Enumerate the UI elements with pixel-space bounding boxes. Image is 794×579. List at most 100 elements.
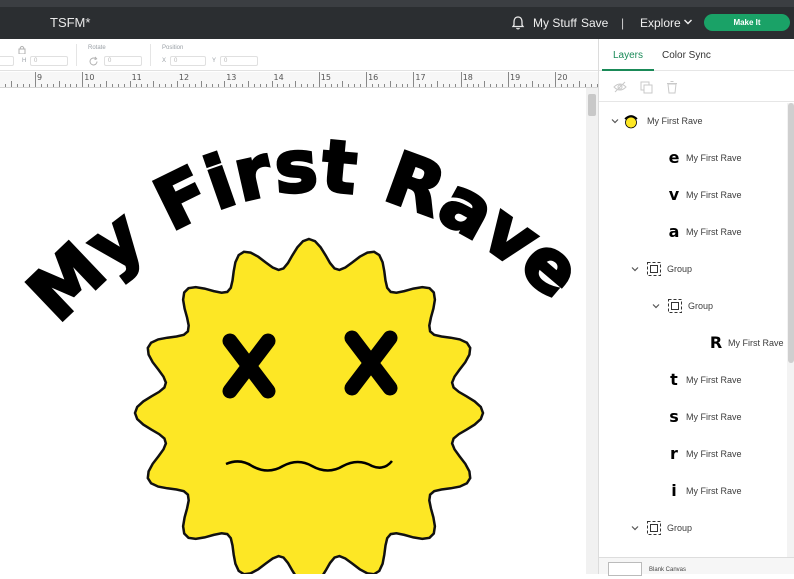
ruler-tick bbox=[537, 84, 539, 87]
layer-row[interactable]: a My First Rave bbox=[599, 214, 787, 251]
x-position-field[interactable]: 0 bbox=[170, 56, 206, 66]
ruler-tick bbox=[265, 84, 267, 87]
panel-scrollbar-thumb[interactable] bbox=[788, 103, 794, 363]
ruler-tick bbox=[159, 84, 161, 87]
layer-row[interactable]: My First Rave bbox=[599, 103, 787, 140]
ruler-tick bbox=[5, 84, 7, 87]
ruler-tick bbox=[64, 84, 66, 87]
ruler-tick bbox=[330, 84, 332, 87]
layer-row[interactable]: i My First Rave bbox=[599, 473, 787, 510]
rotate-field[interactable]: 0 bbox=[104, 56, 142, 66]
tab-color-sync[interactable]: Color Sync bbox=[662, 50, 711, 61]
edit-toolbar: H 0 Rotate 0 Position X 0 Y 0 bbox=[0, 39, 598, 71]
chevron-down-icon[interactable] bbox=[651, 301, 661, 311]
duplicate-icon[interactable] bbox=[639, 80, 653, 94]
layer-name: My First Rave bbox=[728, 338, 784, 348]
ruler-number: 10 bbox=[84, 73, 95, 82]
ruler-tick bbox=[460, 72, 462, 87]
sun-shape bbox=[133, 237, 485, 579]
ruler-tick bbox=[123, 84, 125, 87]
layer-row[interactable]: s My First Rave bbox=[599, 399, 787, 436]
ruler-tick bbox=[555, 72, 557, 87]
ruler-tick bbox=[425, 84, 427, 87]
ruler-number: 14 bbox=[273, 73, 284, 82]
layer-row[interactable]: v My First Rave bbox=[599, 177, 787, 214]
design-canvas[interactable]: My First Rave bbox=[0, 88, 598, 579]
project-title[interactable]: TSFM* bbox=[50, 15, 90, 30]
ruler-number: 19 bbox=[510, 73, 521, 82]
ruler-tick bbox=[377, 84, 379, 87]
scrollbar-thumb[interactable] bbox=[588, 94, 596, 116]
ruler-tick bbox=[40, 84, 42, 87]
layer-row[interactable]: r My First Rave bbox=[599, 436, 787, 473]
height-field[interactable]: 0 bbox=[30, 56, 68, 66]
ruler-tick bbox=[336, 84, 338, 87]
lock-icon[interactable] bbox=[18, 45, 26, 54]
layers-list: My First Rave e My First Rave v My First Rav… bbox=[599, 103, 787, 557]
ruler-number: 13 bbox=[226, 73, 237, 82]
horizontal-ruler: 9 10 11 12 13 14 15 16 17 18 19 20 bbox=[0, 72, 604, 88]
make-it-button[interactable]: Make It bbox=[704, 14, 790, 31]
x-label: X bbox=[162, 58, 167, 64]
ruler-tick bbox=[490, 84, 492, 87]
ruler-tick bbox=[283, 84, 285, 87]
blank-canvas-row[interactable]: Blank Canvas bbox=[599, 557, 794, 576]
layer-row[interactable]: Group bbox=[599, 510, 787, 547]
ruler-tick bbox=[448, 84, 450, 87]
layer-row[interactable]: t My First Rave bbox=[599, 362, 787, 399]
bell-icon[interactable] bbox=[510, 15, 526, 31]
group-icon bbox=[647, 262, 661, 276]
ruler-tick bbox=[212, 84, 214, 87]
ruler-tick bbox=[496, 84, 498, 87]
window-top-strip bbox=[0, 0, 794, 7]
layers-panel: Layers Color Sync My First Rave e My First… bbox=[598, 39, 794, 576]
ruler-number: 20 bbox=[557, 73, 568, 82]
height-label: H bbox=[22, 58, 27, 64]
chevron-down-icon[interactable] bbox=[683, 17, 693, 27]
design-artwork[interactable]: My First Rave bbox=[0, 88, 598, 579]
app-header: TSFM* My Stuff Save | Explore Make It bbox=[0, 7, 794, 39]
rotate-label: Rotate bbox=[88, 45, 106, 51]
rotate-icon[interactable] bbox=[88, 56, 99, 67]
save-button[interactable]: Save bbox=[581, 16, 608, 30]
ruler-tick bbox=[324, 84, 326, 87]
ruler-tick bbox=[531, 81, 533, 87]
my-stuff-link[interactable]: My Stuff bbox=[533, 16, 577, 30]
layer-row[interactable]: Group bbox=[599, 251, 787, 288]
ruler-tick bbox=[360, 84, 362, 87]
layer-row[interactable]: Group bbox=[599, 288, 787, 325]
chevron-down-icon[interactable] bbox=[630, 523, 640, 533]
ruler-tick bbox=[76, 84, 78, 87]
layer-row[interactable]: R My First Rave bbox=[599, 325, 787, 362]
ruler-number: 11 bbox=[131, 73, 142, 82]
canvas-vertical-scrollbar[interactable] bbox=[586, 88, 598, 574]
ruler-tick bbox=[88, 84, 90, 87]
panel-tabs: Layers Color Sync bbox=[599, 39, 794, 71]
ruler-tick bbox=[590, 84, 592, 87]
hide-icon[interactable] bbox=[613, 80, 627, 94]
ruler-tick bbox=[70, 84, 72, 87]
layer-row[interactable]: e My First Rave bbox=[599, 140, 787, 177]
ruler-tick bbox=[289, 84, 291, 87]
ruler-tick bbox=[578, 81, 580, 87]
ruler-tick bbox=[519, 84, 521, 87]
chevron-down-icon[interactable] bbox=[630, 264, 640, 274]
ruler-tick bbox=[513, 84, 515, 87]
layer-name: Group bbox=[688, 301, 714, 311]
tab-layers[interactable]: Layers bbox=[613, 50, 643, 61]
chevron-down-icon[interactable] bbox=[610, 116, 620, 126]
ruler-tick bbox=[318, 72, 320, 87]
layer-name: My First Rave bbox=[686, 153, 742, 163]
ruler-tick bbox=[466, 84, 468, 87]
letter-thumbnail-icon: R bbox=[709, 333, 723, 352]
letter-thumbnail-icon: a bbox=[668, 222, 680, 241]
explore-menu[interactable]: Explore bbox=[640, 16, 681, 30]
trash-icon[interactable] bbox=[665, 80, 679, 94]
ruler-tick bbox=[206, 84, 208, 87]
y-position-field[interactable]: 0 bbox=[220, 56, 258, 66]
ruler-tick bbox=[306, 84, 308, 87]
ruler-tick bbox=[247, 81, 249, 87]
ruler-tick bbox=[389, 81, 391, 87]
width-field[interactable] bbox=[0, 56, 14, 66]
panel-scrollbar[interactable] bbox=[787, 103, 794, 557]
